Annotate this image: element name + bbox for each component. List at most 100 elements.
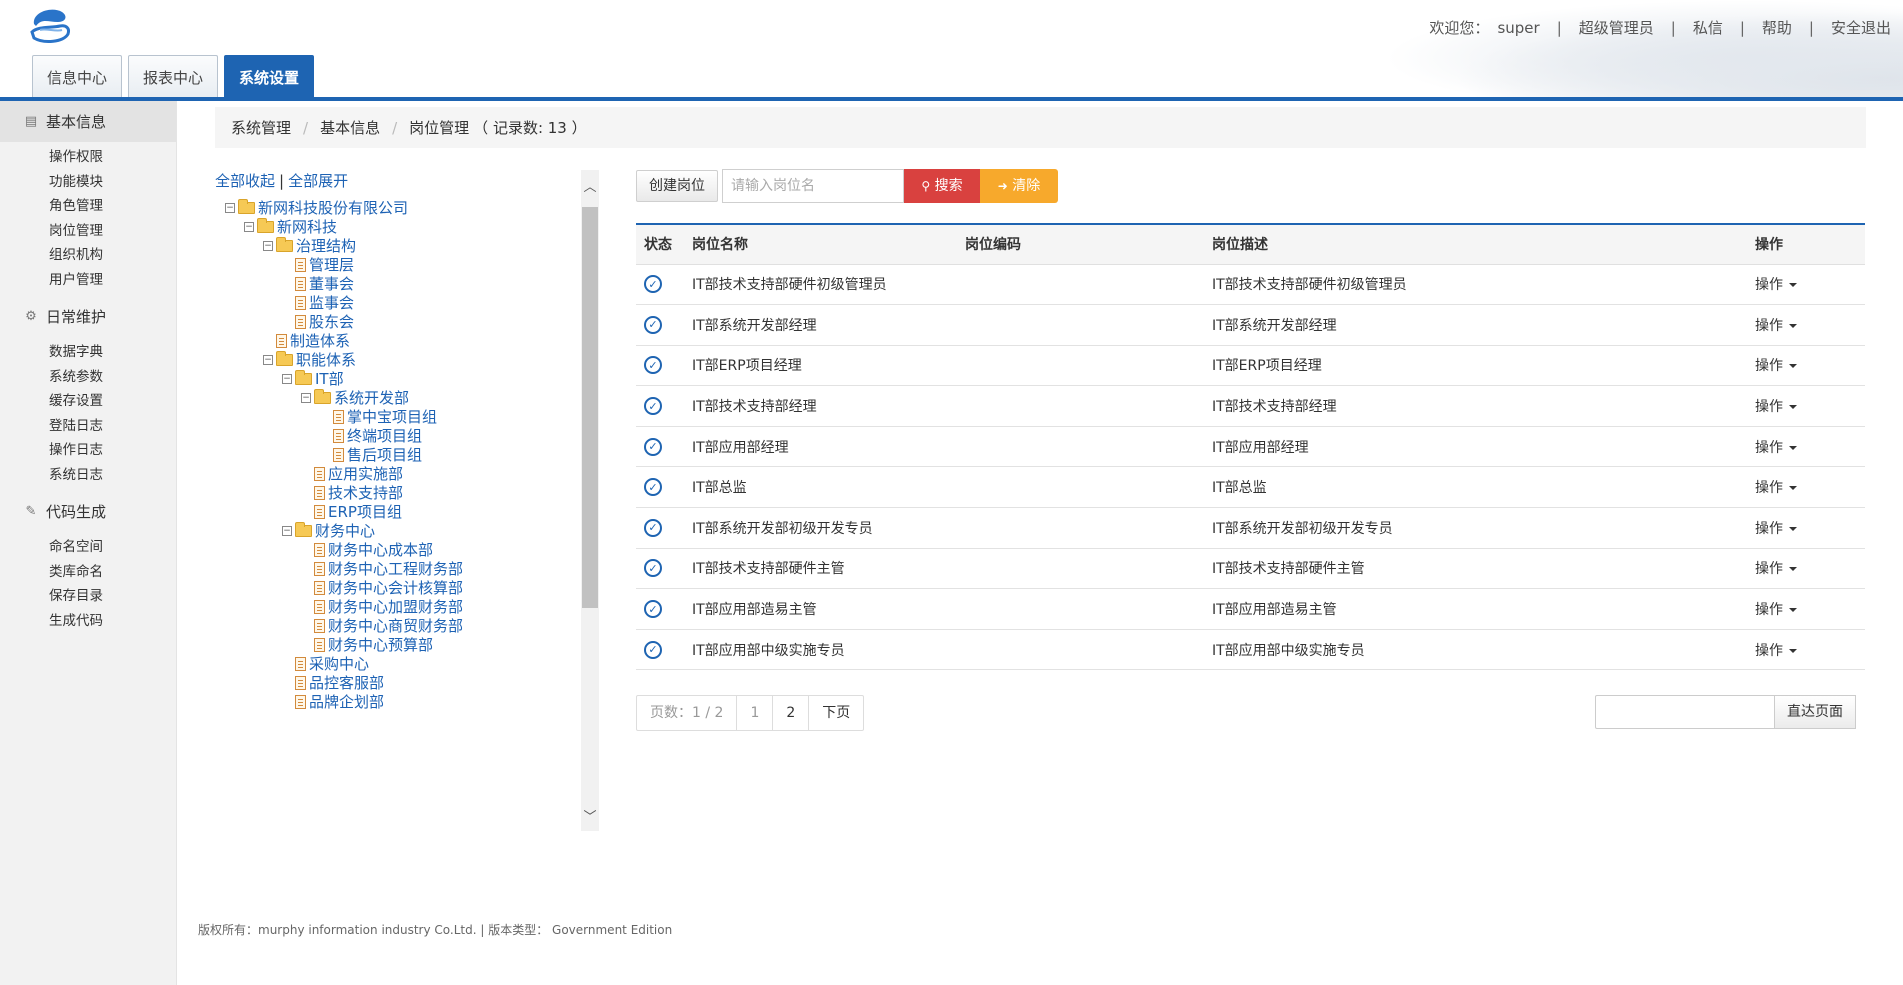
caret-down-icon bbox=[1789, 526, 1797, 531]
sidebar-item-namespace[interactable]: 命名空间 bbox=[0, 535, 176, 560]
check-circle-icon: ✓ bbox=[644, 315, 662, 334]
table-row[interactable]: ✓ IT部应用部经理 IT部应用部经理 操作 bbox=[636, 426, 1865, 468]
page-2-button[interactable]: 2 bbox=[773, 696, 810, 730]
page-1-button[interactable]: 1 bbox=[737, 696, 774, 730]
operation-dropdown[interactable]: 操作 bbox=[1755, 480, 1797, 496]
sidebar-group-title[interactable]: ▤ 基本信息 bbox=[0, 101, 176, 142]
operation-dropdown[interactable]: 操作 bbox=[1755, 643, 1797, 659]
collapse-toggle-icon[interactable]: − bbox=[301, 392, 311, 403]
operation-dropdown[interactable]: 操作 bbox=[1755, 561, 1797, 577]
table-row[interactable]: ✓ IT部应用部中级实施专员 IT部应用部中级实施专员 操作 bbox=[636, 629, 1865, 671]
check-circle-icon: ✓ bbox=[644, 518, 662, 537]
collapse-all-link[interactable]: 全部收起 bbox=[215, 172, 275, 190]
sidebar-item-login-log[interactable]: 登陆日志 bbox=[0, 414, 176, 439]
table-row[interactable]: ✓ IT部总监 IT部总监 操作 bbox=[636, 466, 1865, 509]
collapse-toggle-icon[interactable]: − bbox=[263, 240, 273, 251]
collapse-toggle-icon[interactable]: − bbox=[225, 202, 235, 213]
goto-page-input[interactable] bbox=[1595, 695, 1775, 729]
table-row[interactable]: ✓ IT部ERP项目经理 IT部ERP项目经理 操作 bbox=[636, 345, 1865, 387]
tree-scrollbar[interactable]: ︿ ﹀ bbox=[581, 170, 599, 831]
collapse-toggle-icon[interactable]: − bbox=[282, 373, 292, 384]
expand-all-link[interactable]: 全部展开 bbox=[288, 172, 348, 190]
sidebar-item-permissions[interactable]: 操作权限 bbox=[0, 145, 176, 170]
position-name-cell: IT部总监 bbox=[684, 466, 957, 509]
column-header-name[interactable]: 岗位名称 bbox=[684, 225, 957, 265]
arrow-right-icon: ➜ bbox=[997, 179, 1008, 193]
column-header-description[interactable]: 岗位描述 bbox=[1204, 225, 1747, 265]
tab-system-settings[interactable]: 系统设置 bbox=[224, 55, 315, 98]
sidebar-item-operation-log[interactable]: 操作日志 bbox=[0, 438, 176, 463]
table-row[interactable]: ✓ IT部技术支持部硬件初级管理员 IT部技术支持部硬件初级管理员 操作 bbox=[636, 264, 1865, 306]
column-header-status: 状态 bbox=[636, 225, 684, 265]
check-circle-icon: ✓ bbox=[644, 600, 662, 619]
sidebar-item-class-naming[interactable]: 类库命名 bbox=[0, 560, 176, 585]
position-code-cell bbox=[957, 466, 1204, 509]
sidebar-group-title[interactable]: ✎ 代码生成 bbox=[0, 491, 176, 532]
collapse-toggle-icon[interactable]: − bbox=[282, 525, 292, 536]
operation-dropdown[interactable]: 操作 bbox=[1755, 602, 1797, 618]
sidebar-item-save-dir[interactable]: 保存目录 bbox=[0, 584, 176, 609]
sidebar-item-organization[interactable]: 组织机构 bbox=[0, 243, 176, 268]
clear-button[interactable]: ➜ 清除 bbox=[980, 169, 1058, 203]
org-tree-panel: 全部收起 | 全部展开 − 新网科技股份有限公司 − 新网科技 − 治理结构 管理层 董事会 监事会… bbox=[215, 170, 599, 831]
status-cell: ✓ bbox=[636, 507, 684, 549]
table-row[interactable]: ✓ IT部应用部造易主管 IT部应用部造易主管 操作 bbox=[636, 588, 1865, 630]
scroll-down-icon[interactable]: ﹀ bbox=[581, 809, 599, 827]
operation-dropdown[interactable]: 操作 bbox=[1755, 399, 1797, 415]
sidebar-item-dictionary[interactable]: 数据字典 bbox=[0, 340, 176, 365]
sidebar-item-generate-code[interactable]: 生成代码 bbox=[0, 609, 176, 634]
collapse-toggle-icon[interactable]: − bbox=[244, 221, 254, 232]
sidebar-item-parameters[interactable]: 系统参数 bbox=[0, 365, 176, 390]
logout-link[interactable]: 安全退出 bbox=[1831, 17, 1891, 38]
file-icon bbox=[314, 466, 325, 481]
role-link[interactable]: 超级管理员 bbox=[1579, 17, 1654, 38]
tree-node-label[interactable]: 品牌企划部 bbox=[309, 691, 384, 712]
next-page-button[interactable]: 下页 bbox=[809, 696, 863, 730]
org-tree: − 新网科技股份有限公司 − 新网科技 − 治理结构 管理层 董事会 监事会 股东会 制造体系 − 职能… bbox=[215, 196, 579, 799]
collapse-toggle-icon[interactable]: − bbox=[263, 354, 273, 365]
operation-dropdown[interactable]: 操作 bbox=[1755, 358, 1797, 374]
sidebar-item-users[interactable]: 用户管理 bbox=[0, 268, 176, 293]
table-row[interactable]: ✓ IT部系统开发部经理 IT部系统开发部经理 操作 bbox=[636, 304, 1865, 346]
operation-dropdown[interactable]: 操作 bbox=[1755, 277, 1797, 293]
file-icon bbox=[314, 618, 325, 633]
sidebar-item-system-log[interactable]: 系统日志 bbox=[0, 463, 176, 488]
breadcrumb-item[interactable]: 系统管理 bbox=[231, 117, 291, 138]
sidebar-item-modules[interactable]: 功能模块 bbox=[0, 170, 176, 195]
breadcrumb-item[interactable]: 基本信息 bbox=[320, 117, 380, 138]
operation-dropdown[interactable]: 操作 bbox=[1755, 521, 1797, 537]
scroll-up-icon[interactable]: ︿ bbox=[581, 179, 599, 197]
goto-page-button[interactable]: 直达页面 bbox=[1775, 695, 1856, 729]
scrollbar-thumb[interactable] bbox=[582, 207, 598, 608]
folder-icon bbox=[257, 217, 274, 233]
search-button[interactable]: ⚲ 搜索 bbox=[904, 169, 980, 203]
header: 欢迎您： super | 超级管理员 | 私信 | 帮助 | 安全退出 信息中心… bbox=[0, 0, 1903, 101]
position-code-cell bbox=[957, 548, 1204, 590]
caret-down-icon bbox=[1789, 364, 1797, 369]
create-position-button[interactable]: 创建岗位 bbox=[636, 170, 718, 202]
operation-dropdown[interactable]: 操作 bbox=[1755, 440, 1797, 456]
table-row[interactable]: ✓ IT部技术支持部经理 IT部技术支持部经理 操作 bbox=[636, 385, 1865, 427]
caret-down-icon bbox=[1789, 323, 1797, 328]
username-link[interactable]: super bbox=[1497, 19, 1539, 37]
check-circle-icon: ✓ bbox=[644, 640, 662, 659]
column-header-code[interactable]: 岗位编码 bbox=[957, 225, 1204, 265]
sidebar-group-title[interactable]: ⚙ 日常维护 bbox=[0, 296, 176, 337]
footer-copyright: 版权所有：murphy information industry Co.Ltd.… bbox=[198, 923, 673, 937]
operation-dropdown[interactable]: 操作 bbox=[1755, 318, 1797, 334]
position-name-cell: IT部系统开发部初级开发专员 bbox=[684, 507, 957, 549]
messages-link[interactable]: 私信 bbox=[1693, 17, 1723, 38]
sidebar-group-basic-info: ▤ 基本信息 操作权限 功能模块 角色管理 岗位管理 组织机构 用户管理 bbox=[0, 101, 176, 296]
pencil-icon: ✎ bbox=[25, 504, 37, 519]
sidebar-item-positions[interactable]: 岗位管理 bbox=[0, 219, 176, 244]
tab-report-center[interactable]: 报表中心 bbox=[128, 55, 219, 98]
help-link[interactable]: 帮助 bbox=[1762, 17, 1792, 38]
table-header-row: 状态 岗位名称 岗位编码 岗位描述 操作 bbox=[636, 225, 1865, 265]
sidebar-item-roles[interactable]: 角色管理 bbox=[0, 194, 176, 219]
tree-node[interactable]: 品牌企划部 bbox=[295, 690, 384, 713]
table-row[interactable]: ✓ IT部系统开发部初级开发专员 IT部系统开发部初级开发专员 操作 bbox=[636, 507, 1865, 549]
tab-info-center[interactable]: 信息中心 bbox=[32, 55, 123, 98]
sidebar-item-cache[interactable]: 缓存设置 bbox=[0, 389, 176, 414]
position-search-input[interactable] bbox=[722, 169, 904, 203]
table-row[interactable]: ✓ IT部技术支持部硬件主管 IT部技术支持部硬件主管 操作 bbox=[636, 548, 1865, 590]
